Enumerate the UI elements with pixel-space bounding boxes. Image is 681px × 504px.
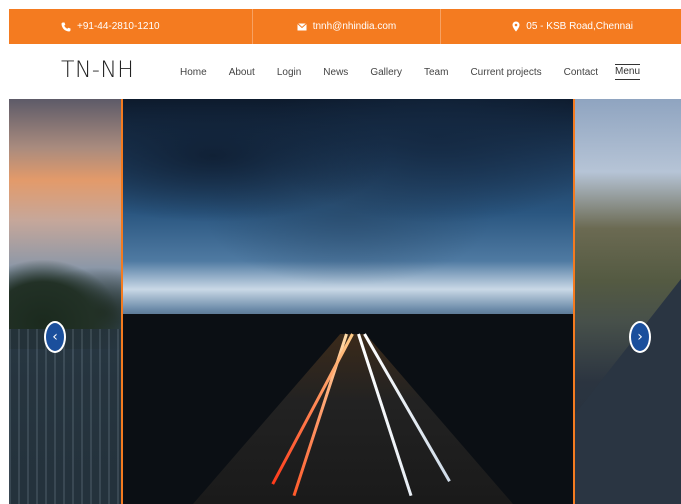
clouds-layer — [123, 99, 573, 289]
phone-number: +91-44-2810-1210 — [77, 21, 160, 32]
fence-texture — [9, 329, 121, 504]
slider-prev-button[interactable]: ‹ — [44, 321, 66, 353]
road-lane — [575, 279, 681, 504]
phone-contact[interactable]: +91-44-2810-1210 — [9, 9, 253, 44]
mail-icon — [296, 22, 307, 30]
nav-home[interactable]: Home — [180, 67, 207, 78]
email-contact[interactable]: tnnh@nhindia.com — [253, 9, 441, 44]
main-navbar: TN-NH Home About Login News Gallery Team… — [9, 44, 681, 100]
email-address: tnnh@nhindia.com — [312, 21, 397, 32]
nav-about[interactable]: About — [229, 67, 255, 78]
address-text: 05 - KSB Road,Chennai — [526, 21, 633, 32]
primary-nav: Home About Login News Gallery Team Curre… — [180, 67, 620, 78]
nav-contact[interactable]: Contact — [564, 67, 598, 78]
menu-button[interactable]: Menu — [615, 64, 641, 80]
location-pin-icon — [512, 21, 520, 32]
top-contact-bar: +91-44-2810-1210 tnnh@nhindia.com 05 - K… — [9, 9, 681, 44]
nav-login[interactable]: Login — [277, 67, 301, 78]
site-logo[interactable]: TN-NH — [61, 58, 134, 83]
address-contact: 05 - KSB Road,Chennai — [441, 9, 681, 44]
slider-next-button[interactable]: › — [629, 321, 651, 353]
nav-news[interactable]: News — [323, 67, 348, 78]
phone-icon — [61, 22, 71, 31]
chevron-right-icon: › — [637, 329, 643, 345]
hero-image-slider: ‹ › — [9, 99, 681, 504]
nav-team[interactable]: Team — [424, 67, 448, 78]
slide-previous-image — [9, 99, 121, 504]
chevron-left-icon: ‹ — [52, 329, 58, 345]
nav-gallery[interactable]: Gallery — [370, 67, 402, 78]
slide-current-image — [121, 99, 575, 504]
nav-current-projects[interactable]: Current projects — [470, 67, 541, 78]
slide-next-image — [575, 99, 681, 504]
